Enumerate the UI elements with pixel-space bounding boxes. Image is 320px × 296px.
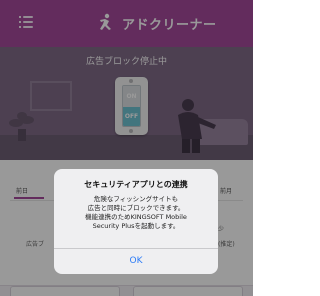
dialog-message-line: 機能連携のためKINGSOFT Mobile (85, 213, 187, 221)
dialog-message-line: 広告と同時にブロックできます。 (87, 204, 185, 212)
ok-button[interactable]: OK (54, 249, 218, 274)
dialog-message-line: 危険なフィッシングサイトも (93, 195, 179, 203)
dialog-message-line: Security Plusを起動します。 (92, 222, 180, 230)
dialog-title: セキュリティアプリとの連携 (84, 180, 188, 189)
security-app-dialog: セキュリティアプリとの連携 危険なフィッシングサイトも 広告と同時にブロックでき… (54, 169, 218, 274)
app-screen: アドクリーナー 広告ブロック停止中 ON OFF 前日 前月 広告ブ 少 (推定… (0, 0, 253, 296)
